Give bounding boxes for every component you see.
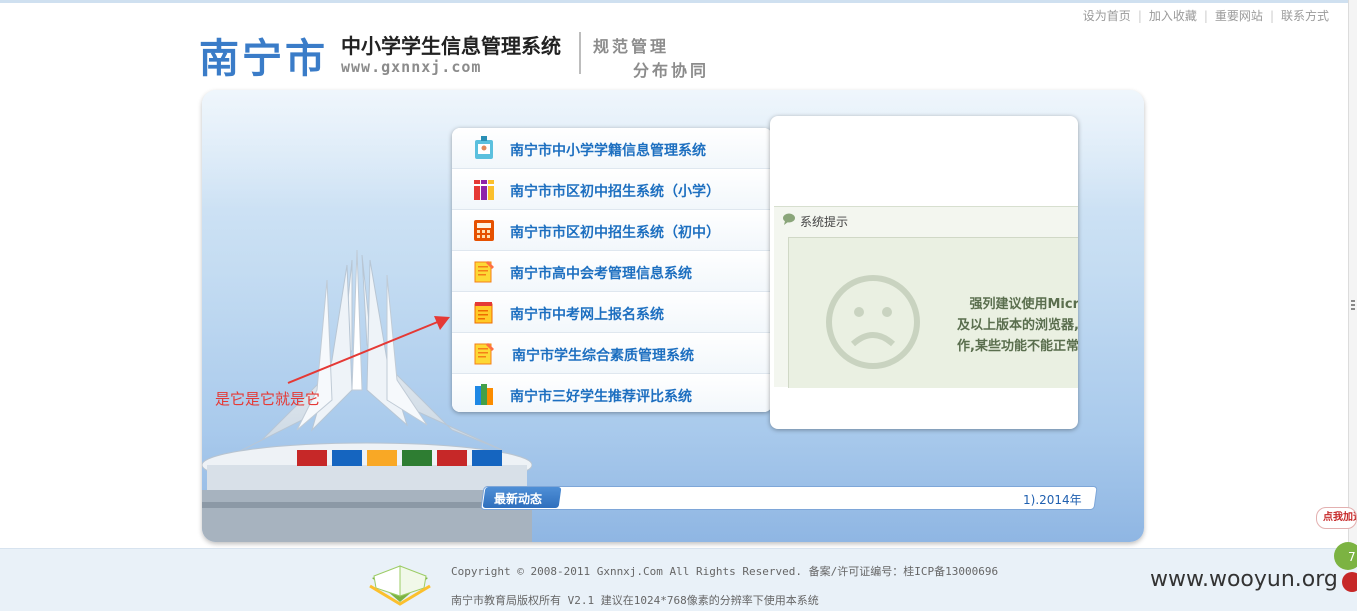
book-stack-icon [475, 384, 493, 405]
top-border [0, 0, 1357, 3]
copyright-text: Copyright © 2008-2011 Gxnnxj.Com All Rig… [451, 565, 999, 578]
svg-text:7: 7 [1348, 550, 1356, 564]
system-list: 南宁市中小学学籍信息管理系统 南宁市市区初中招生系统（小学） 南宁市市区初中招生… [452, 128, 772, 412]
header-divider [579, 32, 581, 74]
news-ticker [480, 486, 1098, 510]
site-url: www.gxnnxj.com [341, 58, 482, 76]
system-item-label: 南宁市市区初中招生系统（初中） [510, 225, 720, 241]
system-item-zhongkao-registration[interactable]: 南宁市中考网上报名系统 [452, 292, 772, 333]
scrollbar-grip[interactable] [1351, 308, 1355, 310]
slogan-line1: 规范管理 [593, 37, 670, 56]
notepad-icon [474, 343, 494, 365]
system-item-primary-enrollment[interactable]: 南宁市市区初中招生系统（小学） [452, 169, 772, 210]
notepad-red-icon [474, 302, 493, 324]
books-icon [474, 180, 494, 200]
scrollbar-grip[interactable] [1351, 300, 1355, 302]
system-notice-panel: 系统提示 强列建议使用Micr 及以上版本的浏览器, 作,某些功能不能正常 [770, 116, 1078, 429]
page-title: 中小学学生信息管理系统 [341, 34, 561, 58]
system-item-high-school-exam[interactable]: 南宁市高中会考管理信息系统 [452, 251, 772, 292]
system-item-student-registry[interactable]: 南宁市中小学学籍信息管理系统 [452, 128, 772, 169]
id-badge-icon [475, 136, 493, 159]
slogan-line2: 分布协同 [633, 61, 710, 80]
notepad-icon [474, 261, 494, 283]
chat-bubble-icon [783, 213, 795, 225]
watermark: www.wooyun.org [1150, 567, 1338, 592]
open-book-icon [369, 565, 431, 606]
important-sites-link[interactable]: 重要网站 [1215, 9, 1263, 23]
scrollbar[interactable] [1348, 0, 1357, 548]
system-item-label: 南宁市三好学生推荐评比系统 [510, 389, 692, 405]
system-item-comprehensive-quality[interactable]: 南宁市学生综合素质管理系统 [452, 333, 772, 374]
add-favorite-link[interactable]: 加入收藏 [1149, 9, 1197, 23]
system-item-label: 南宁市高中会考管理信息系统 [510, 266, 692, 282]
scrollbar-grip[interactable] [1351, 304, 1355, 306]
speed-up-button[interactable]: 点我加速 [1316, 507, 1357, 529]
system-item-label: 南宁市学生综合素质管理系统 [512, 348, 694, 364]
calculator-icon [474, 220, 494, 241]
annotation-label: 是它是它就是它 [215, 390, 321, 408]
logo-city: 南宁市 [199, 36, 328, 82]
news-item[interactable]: 1).2014年 [1023, 491, 1082, 508]
contact-link[interactable]: 联系方式 [1281, 9, 1329, 23]
system-item-label: 南宁市中小学学籍信息管理系统 [510, 143, 706, 159]
system-item-merit-student[interactable]: 南宁市三好学生推荐评比系统 [452, 374, 772, 412]
owner-text: 南宁市教育局版权所有 V2.1 建议在1024*768像素的分辨率下使用本系统 [451, 594, 819, 607]
notice-title: 系统提示 [800, 215, 849, 229]
sad-face-icon [826, 275, 920, 369]
set-homepage-link[interactable]: 设为首页 [1083, 9, 1131, 23]
system-item-middle-enrollment[interactable]: 南宁市市区初中招生系统（初中） [452, 210, 772, 251]
system-item-label: 南宁市市区初中招生系统（小学） [510, 184, 720, 200]
news-tag-label: 最新动态 [494, 492, 543, 506]
system-item-label: 南宁市中考网上报名系统 [510, 307, 664, 323]
top-links: 设为首页 | 加入收藏 | 重要网站 | 联系方式 [1082, 9, 1329, 23]
notice-message: 强列建议使用Micr 及以上版本的浏览器, 作,某些功能不能正常 [957, 297, 1078, 354]
